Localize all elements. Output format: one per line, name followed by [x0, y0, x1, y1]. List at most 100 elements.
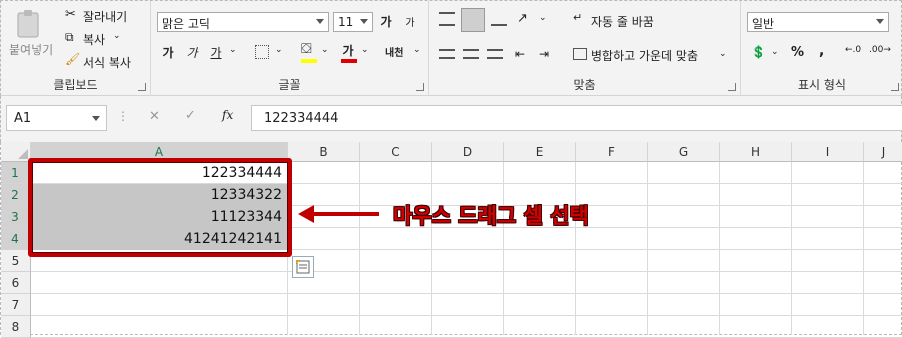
- copy-button[interactable]: 복사: [83, 31, 105, 48]
- column-header-b[interactable]: B: [288, 142, 360, 162]
- paste-button[interactable]: 붙여넣기: [9, 41, 53, 58]
- comma-button[interactable]: ,: [819, 43, 824, 59]
- formula-bar: A1 ⋮ ✕ ✓ fx 122334444: [0, 96, 902, 142]
- font-color-dropdown-icon[interactable]: ⌄: [361, 45, 369, 55]
- font-size-select[interactable]: 11: [333, 12, 373, 32]
- increase-indent-icon[interactable]: ⇥: [539, 47, 549, 61]
- align-center-icon[interactable]: [463, 49, 479, 59]
- formula-input[interactable]: 122334444: [251, 105, 902, 131]
- font-size-value: 11: [338, 15, 354, 29]
- copy-dropdown-icon[interactable]: ⌄: [113, 31, 121, 41]
- quick-analysis-icon[interactable]: [292, 256, 314, 278]
- fill-color-swatch: [301, 59, 317, 63]
- font-name-value: 맑은 고딕: [162, 17, 210, 31]
- gridline: [31, 293, 902, 294]
- phonetic-dropdown-icon[interactable]: ⌄: [413, 45, 421, 55]
- italic-button[interactable]: 가: [181, 43, 203, 63]
- percent-button[interactable]: %: [791, 45, 804, 60]
- insert-function-button[interactable]: fx: [222, 108, 233, 122]
- gridline: [31, 271, 902, 272]
- column-header-i[interactable]: I: [792, 142, 864, 162]
- clipboard-group: 붙여넣기 ✂ 잘라내기 ⧉ 복사 ⌄ 🖌 서식 복사 클립보드: [1, 1, 151, 97]
- name-box-value: A1: [14, 111, 32, 126]
- orientation-dropdown-icon[interactable]: ⌄: [539, 13, 547, 23]
- number-group-label: 표시 형식: [798, 78, 846, 92]
- row-header-3[interactable]: 3: [1, 206, 31, 228]
- column-header-e[interactable]: E: [504, 142, 576, 162]
- number-format-select[interactable]: 일반: [747, 12, 889, 32]
- alignment-launcher-icon[interactable]: [728, 83, 736, 91]
- scissors-icon: ✂: [65, 7, 76, 22]
- formula-value: 122334444: [264, 111, 339, 126]
- enter-icon[interactable]: ✓: [185, 108, 196, 123]
- font-group-label: 글꼴: [278, 78, 301, 92]
- wrap-text-button[interactable]: 자동 줄 바꿈: [591, 13, 654, 30]
- paste-icon[interactable]: [15, 9, 43, 39]
- selection-highlight-box: [28, 158, 292, 257]
- cut-button[interactable]: 잘라내기: [83, 8, 127, 25]
- gridline: [575, 162, 576, 335]
- orientation-icon[interactable]: ↗: [517, 11, 528, 26]
- name-box[interactable]: A1: [6, 105, 107, 131]
- number-format-value: 일반: [752, 17, 775, 31]
- currency-dropdown-icon[interactable]: ⌄: [771, 47, 779, 57]
- gridline: [503, 162, 504, 335]
- fill-dropdown-icon[interactable]: ⌄: [321, 45, 329, 55]
- cancel-icon[interactable]: ✕: [149, 109, 160, 124]
- worksheet: ABCDEFGHIJ 12345678 122334444 12334322 111…: [0, 142, 902, 338]
- column-header-c[interactable]: C: [360, 142, 432, 162]
- name-box-dropdown-icon[interactable]: [92, 116, 100, 121]
- more-options-icon: ⋮: [117, 109, 129, 123]
- column-header-f[interactable]: F: [576, 142, 648, 162]
- gridline: [31, 315, 902, 316]
- row-header-7[interactable]: 7: [1, 294, 31, 316]
- align-top-icon[interactable]: [439, 12, 455, 26]
- row-header-6[interactable]: 6: [1, 272, 31, 294]
- column-header-h[interactable]: H: [720, 142, 792, 162]
- select-all-corner[interactable]: [1, 142, 31, 162]
- callout-text: 마우스 드래그 셀 선택: [393, 204, 589, 228]
- clipboard-launcher-icon[interactable]: [138, 83, 146, 91]
- shrink-font-button[interactable]: 가: [399, 14, 421, 34]
- gridline: [719, 162, 720, 335]
- decrease-indent-icon[interactable]: ⇤: [515, 47, 525, 61]
- font-launcher-icon[interactable]: [416, 83, 424, 91]
- row-header-1[interactable]: 1: [1, 162, 31, 184]
- font-color-button[interactable]: 가: [337, 41, 359, 61]
- merge-center-icon: [573, 48, 587, 60]
- border-dropdown-icon[interactable]: ⌄: [275, 45, 283, 55]
- gridline: [647, 162, 648, 335]
- gridline: [791, 162, 792, 335]
- ribbon: 붙여넣기 ✂ 잘라내기 ⧉ 복사 ⌄ 🖌 서식 복사 클립보드 맑은 고딕 11…: [0, 0, 902, 97]
- merge-dropdown-icon[interactable]: ⌄: [719, 49, 727, 59]
- currency-icon[interactable]: 💲: [751, 45, 766, 59]
- gridline: [863, 162, 864, 335]
- font-name-select[interactable]: 맑은 고딕: [157, 12, 329, 32]
- underline-button[interactable]: 가: [205, 43, 227, 63]
- column-header-d[interactable]: D: [432, 142, 504, 162]
- format-painter-button[interactable]: 서식 복사: [83, 54, 131, 71]
- increase-decimal-icon[interactable]: ←.0: [845, 45, 861, 55]
- font-color-swatch: [341, 59, 357, 63]
- border-icon[interactable]: [255, 45, 269, 59]
- align-left-icon[interactable]: [439, 49, 455, 59]
- bold-button[interactable]: 가: [157, 43, 179, 63]
- column-header-g[interactable]: G: [648, 142, 720, 162]
- align-middle-icon[interactable]: [461, 8, 485, 32]
- merge-center-button[interactable]: 병합하고 가운데 맞춤: [591, 47, 698, 64]
- number-launcher-icon[interactable]: [891, 83, 899, 91]
- grow-font-button[interactable]: 가: [375, 12, 397, 32]
- column-header-j[interactable]: J: [864, 142, 902, 162]
- row-header-4[interactable]: 4: [1, 228, 31, 250]
- row-header-5[interactable]: 5: [1, 250, 31, 272]
- clipboard-group-label: 클립보드: [53, 78, 98, 92]
- fill-color-icon[interactable]: ⛋: [301, 41, 312, 57]
- decrease-decimal-icon[interactable]: .00→: [869, 45, 891, 55]
- underline-dropdown-icon[interactable]: ⌄: [229, 45, 237, 55]
- row-header-2[interactable]: 2: [1, 184, 31, 206]
- format-painter-icon: 🖌: [65, 52, 81, 66]
- align-bottom-icon[interactable]: [491, 12, 507, 26]
- align-right-icon[interactable]: [487, 49, 503, 59]
- callout-arrow-line: [311, 212, 379, 216]
- phonetic-button[interactable]: 내천: [385, 44, 403, 59]
